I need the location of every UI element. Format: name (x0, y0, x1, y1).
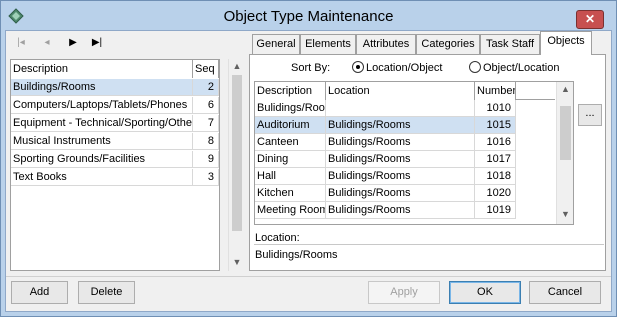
scrollbar-thumb[interactable] (560, 106, 571, 160)
cell-number: 1010 (475, 100, 516, 117)
cell-seq: 8 (193, 133, 219, 150)
cell-number: 1017 (475, 151, 516, 168)
cell-number: 1016 (475, 134, 516, 151)
last-record-icon[interactable]: ▶| (90, 36, 104, 50)
sort-location-object-label[interactable]: Location/Object (366, 61, 442, 75)
table-row[interactable]: Text Books 3 (11, 169, 219, 186)
left-vertical-scrollbar[interactable]: ▲ ▼ (228, 59, 244, 271)
table-row[interactable]: Bulidings/Rooms 1010 (255, 100, 516, 117)
column-header-location[interactable]: Location (326, 82, 475, 100)
scroll-down-icon[interactable]: ▼ (229, 257, 245, 269)
cell-description: Musical Instruments (11, 133, 193, 150)
cell-description: Hall (255, 168, 326, 185)
sort-location-object-radio[interactable] (352, 61, 364, 73)
tab-attributes[interactable]: Attributes (356, 34, 416, 54)
table-row[interactable]: Auditorium Bulidings/Rooms 1015 (255, 117, 516, 134)
first-record-icon[interactable]: |◂ (14, 36, 28, 50)
column-header-seq[interactable]: Seq (193, 60, 219, 78)
cell-location: Bulidings/Rooms (326, 151, 475, 168)
ok-button[interactable]: OK (449, 281, 521, 304)
cell-description: Auditorium (255, 117, 326, 134)
table-row[interactable]: Canteen Bulidings/Rooms 1016 (255, 134, 516, 151)
cell-description: Buildings/Rooms (11, 79, 193, 96)
window-title: Object Type Maintenance (223, 8, 394, 25)
cancel-button[interactable]: Cancel (529, 281, 601, 304)
tab-categories[interactable]: Categories (416, 34, 480, 54)
table-row[interactable]: Equipment - Technical/Sporting/Other 7 (11, 115, 219, 132)
objects-vertical-scrollbar[interactable]: ▲ ▼ (556, 82, 573, 224)
cell-number: 1020 (475, 185, 516, 202)
object-type-grid-header: Description Seq (11, 60, 219, 78)
cell-description: Text Books (11, 169, 193, 186)
cell-seq: 2 (193, 79, 219, 96)
sort-by-label: Sort By: (291, 62, 331, 74)
cell-location: Bulidings/Rooms (326, 134, 475, 151)
table-row[interactable]: Musical Instruments 8 (11, 133, 219, 150)
cell-description: Dining (255, 151, 326, 168)
cell-seq: 6 (193, 97, 219, 114)
scroll-up-icon[interactable]: ▲ (229, 61, 245, 73)
cell-number: 1019 (475, 202, 516, 219)
apply-button[interactable]: Apply (368, 281, 440, 304)
tab-general[interactable]: General (252, 34, 300, 54)
cell-description: Bulidings/Rooms (255, 100, 326, 117)
table-row[interactable]: Sporting Grounds/Facilities 9 (11, 151, 219, 168)
objects-grid-rows: Bulidings/Rooms 1010 Auditorium Buliding… (255, 100, 555, 224)
cell-location (326, 100, 475, 117)
browse-location-button[interactable]: ... (578, 104, 602, 126)
location-value: Bulidings/Rooms (255, 249, 338, 261)
scroll-down-icon[interactable]: ▼ (557, 209, 574, 221)
cell-seq: 7 (193, 115, 219, 132)
cell-seq: 9 (193, 151, 219, 168)
cell-description: Sporting Grounds/Facilities (11, 151, 193, 168)
cell-location: Bulidings/Rooms (326, 168, 475, 185)
table-row[interactable]: Buildings/Rooms 2 (11, 79, 219, 96)
cell-description: Meeting Room (255, 202, 326, 219)
cell-seq: 3 (193, 169, 219, 186)
cell-description: Computers/Laptops/Tablets/Phones (11, 97, 193, 114)
cell-number: 1018 (475, 168, 516, 185)
tab-task-staff[interactable]: Task Staff (480, 34, 540, 54)
tab-objects[interactable]: Objects (540, 31, 592, 55)
sort-object-location-radio[interactable] (469, 61, 481, 73)
tab-elements[interactable]: Elements (300, 34, 356, 54)
cell-location: Bulidings/Rooms (326, 185, 475, 202)
close-button[interactable]: ✕ (576, 10, 604, 29)
divider (254, 244, 604, 245)
scroll-up-icon[interactable]: ▲ (557, 84, 574, 96)
cell-number: 1015 (475, 117, 516, 134)
column-header-description[interactable]: Description (255, 82, 326, 100)
table-row[interactable]: Dining Bulidings/Rooms 1017 (255, 151, 516, 168)
cell-location: Bulidings/Rooms (326, 117, 475, 134)
table-row[interactable]: Hall Bulidings/Rooms 1018 (255, 168, 516, 185)
object-type-grid-rows: Buildings/Rooms 2 Computers/Laptops/Tabl… (11, 79, 219, 199)
next-record-icon[interactable]: ▶ (66, 36, 80, 50)
cell-location: Bulidings/Rooms (326, 202, 475, 219)
table-row[interactable]: Kitchen Bulidings/Rooms 1020 (255, 185, 516, 202)
divider (6, 276, 611, 277)
delete-button[interactable]: Delete (78, 281, 135, 304)
table-row[interactable]: Computers/Laptops/Tablets/Phones 6 (11, 97, 219, 114)
scrollbar-thumb[interactable] (232, 75, 242, 231)
cell-description: Kitchen (255, 185, 326, 202)
column-header-number[interactable]: Number (475, 82, 516, 100)
column-header-description[interactable]: Description (11, 60, 193, 78)
objects-grid-header: Description Location Number (255, 82, 555, 100)
add-button[interactable]: Add (11, 281, 68, 304)
table-row[interactable]: Meeting Room Bulidings/Rooms 1019 (255, 202, 516, 219)
previous-record-icon[interactable]: ◂ (40, 36, 54, 50)
cell-description: Canteen (255, 134, 326, 151)
cell-description: Equipment - Technical/Sporting/Other (11, 115, 193, 132)
sort-object-location-label[interactable]: Object/Location (483, 61, 559, 75)
